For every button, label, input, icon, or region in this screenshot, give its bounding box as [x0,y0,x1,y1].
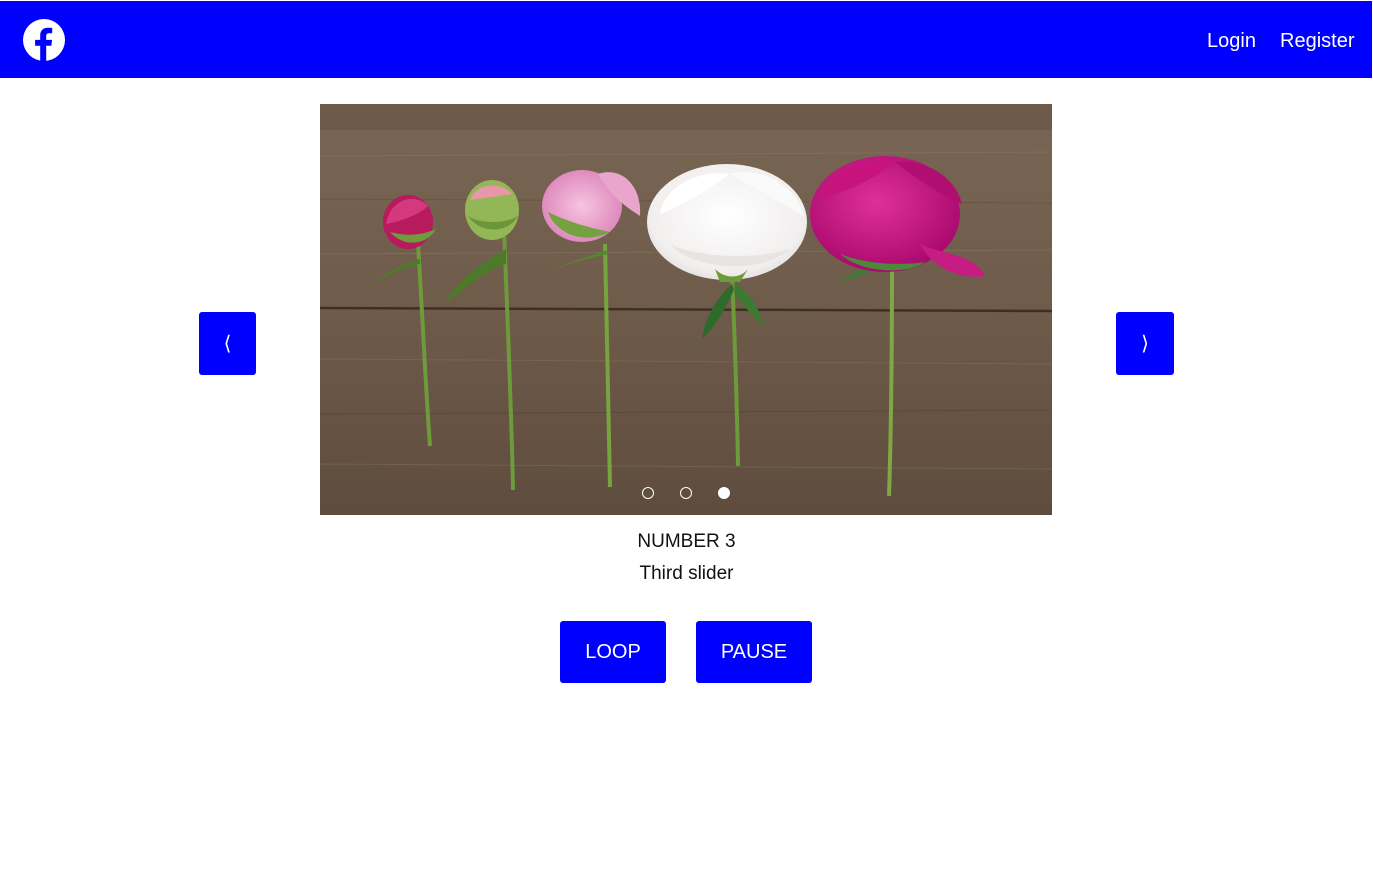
slider-dot-3-active[interactable] [718,487,730,499]
slider-dots [320,487,1052,503]
slider-frame [320,104,1052,515]
facebook-logo-icon[interactable] [23,19,65,61]
loop-button[interactable]: LOOP [560,621,666,683]
pause-button[interactable]: PAUSE [696,621,812,683]
register-link[interactable]: Register [1280,29,1354,53]
slider-dot-2[interactable] [680,487,692,499]
slider-prev-button[interactable]: ⟨ [199,312,256,375]
slider-dot-1[interactable] [642,487,654,499]
slider-next-button[interactable]: ⟩ [1116,312,1174,375]
slide-caption-title: NUMBER 3 [637,531,736,552]
login-link[interactable]: Login [1207,29,1256,53]
slide-image-flowers [320,104,1052,515]
top-navbar: Login Register [0,1,1372,78]
slide-caption-text: Third slider [639,563,734,584]
